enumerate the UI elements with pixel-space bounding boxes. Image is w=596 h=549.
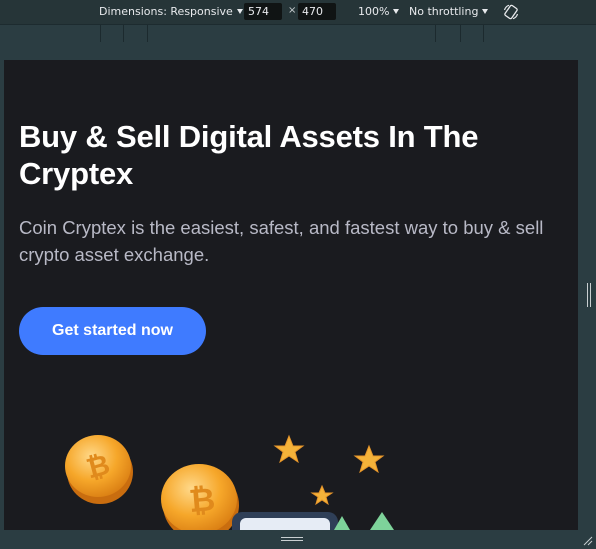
svg-text:₿: ₿: [187, 481, 216, 519]
rotate-icon[interactable]: [502, 3, 520, 21]
hero-title: Buy & Sell Digital Assets In The Cryptex: [19, 119, 479, 191]
ruler-divider: [123, 25, 124, 42]
chevron-down-icon: [482, 9, 489, 14]
dimension-separator: ×: [288, 5, 297, 16]
wallet-card-icon: [232, 512, 338, 530]
chevron-down-icon: [236, 9, 243, 14]
ruler-divider: [435, 25, 436, 42]
zoom-dropdown[interactable]: 100%: [358, 5, 400, 18]
bitcoin-coin-icon: ₿: [65, 435, 133, 504]
star-icon: [273, 434, 305, 464]
get-started-button[interactable]: Get started now: [19, 307, 206, 355]
width-input[interactable]: [244, 3, 282, 20]
zoom-label: 100%: [358, 5, 390, 18]
viewport-margin: [0, 42, 596, 60]
ruler-divider: [147, 25, 148, 42]
bottom-resize-handle[interactable]: [281, 537, 303, 541]
chevron-down-icon: [393, 9, 400, 14]
trend-up-icon: [334, 512, 394, 530]
crypto-illustration: ₿ ₿: [65, 434, 394, 530]
dimensions-label: Dimensions: Responsive: [99, 5, 233, 18]
dimensions-dropdown[interactable]: Dimensions: Responsive: [99, 5, 243, 18]
device-toolbar: Dimensions: Responsive × 100% No throttl…: [0, 0, 596, 24]
corner-resize-icon[interactable]: [583, 536, 593, 546]
right-resize-handle[interactable]: [587, 283, 591, 307]
ruler-divider: [100, 25, 101, 42]
media-query-bar[interactable]: [0, 24, 596, 43]
star-icon: [353, 444, 385, 474]
star-icon: [310, 484, 334, 506]
height-input[interactable]: [298, 3, 336, 20]
throttling-label: No throttling: [409, 5, 479, 18]
hero-description: Coin Cryptex is the easiest, safest, and…: [19, 217, 544, 265]
responsive-viewport: Buy & Sell Digital Assets In The Cryptex…: [4, 60, 578, 530]
ruler-divider: [483, 25, 484, 42]
throttling-dropdown[interactable]: No throttling: [409, 5, 489, 18]
ruler-divider: [460, 25, 461, 42]
bitcoin-coin-icon: ₿: [161, 464, 239, 530]
